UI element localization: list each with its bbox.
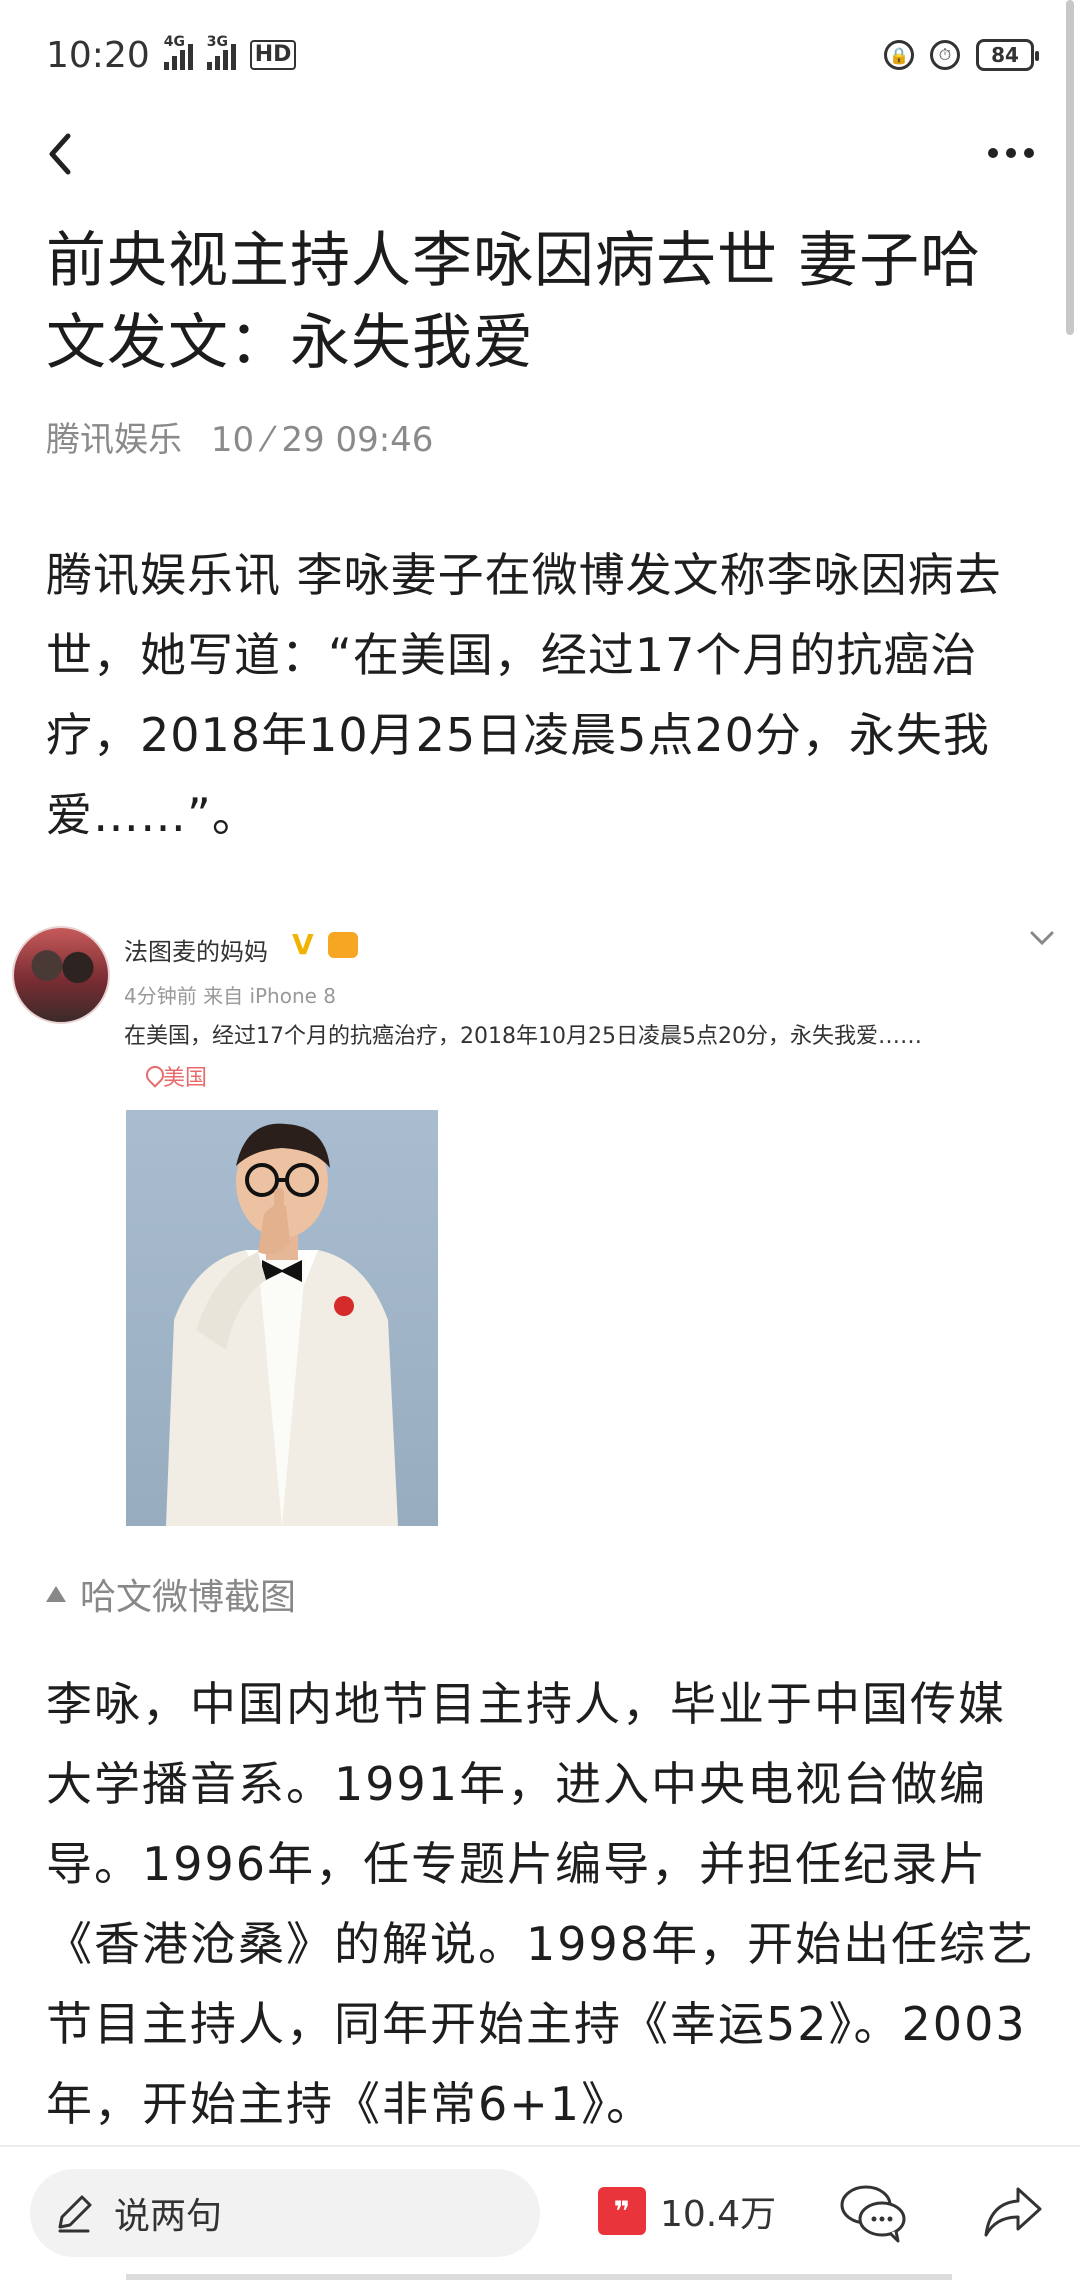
status-right: 🔒 ⏱ 84: [884, 39, 1039, 71]
article-meta: 腾讯娱乐 10 ⁄ 29 09:46: [46, 412, 433, 461]
bottom-action-bar: 说两句 ❞ 10.4万: [0, 2145, 1080, 2280]
signal-3g-icon: 3G: [206, 34, 236, 70]
weibo-time-source: 4分钟前 来自 iPhone 8: [124, 984, 337, 1008]
image-caption-text: 哈文微博截图: [80, 1577, 297, 1618]
article-title: 前央视主持人李咏因病去世 妻子哈文发文：永失我爱: [46, 226, 982, 378]
member-badge-icon: [328, 932, 358, 958]
weibo-location: 美国: [162, 1066, 207, 1091]
more-dot-icon: [1024, 148, 1034, 158]
status-left: 10:20 4G 3G HD: [46, 34, 297, 76]
share-arrow-icon: [984, 2187, 1042, 2237]
more-dot-icon: [1006, 148, 1016, 158]
verified-v-icon: V: [292, 928, 314, 961]
like-count: 10.4万: [660, 2194, 777, 2235]
comment-input[interactable]: 说两句: [30, 2169, 540, 2257]
article-paragraph: 腾讯娱乐讯 李咏妻子在微博发文称李咏因病去世，她写道：“在美国，经过17个月的抗…: [46, 548, 1002, 842]
status-bar: 10:20 4G 3G HD 🔒 ⏱ 84: [0, 0, 1080, 110]
more-options-button[interactable]: [976, 128, 1046, 178]
weibo-avatar: [12, 926, 110, 1024]
comments-button[interactable]: [836, 2177, 910, 2247]
back-button[interactable]: [34, 124, 94, 184]
pencil-icon: [58, 2195, 92, 2233]
weibo-post-text: 在美国，经过17个月的抗癌治疗，2018年10月25日凌晨5点20分，永失我爱……: [124, 1024, 922, 1049]
chevron-down-icon: [1030, 931, 1054, 946]
caption-triangle-icon: [46, 1586, 66, 1602]
alarm-icon: ⏱: [930, 40, 960, 70]
article-source[interactable]: 腾讯娱乐: [46, 420, 182, 460]
weibo-username: 法图麦的妈妈: [124, 938, 268, 966]
status-time: 10:20: [46, 34, 150, 76]
more-dot-icon: [988, 148, 998, 158]
weibo-screenshot-image[interactable]: 法图麦的妈妈 V 4分钟前 来自 iPhone 8 在美国，经过17个月的抗癌治…: [0, 900, 1080, 1540]
back-arrow-icon: [49, 133, 71, 175]
article-date: 10 ⁄ 29 09:46: [210, 420, 434, 460]
signal-4g-icon: 4G: [163, 34, 193, 70]
home-indicator: [126, 2274, 952, 2280]
likes-button[interactable]: ❞ 10.4万: [598, 2185, 776, 2237]
nav-bar: [0, 110, 1080, 196]
weibo-photo: [126, 1110, 438, 1526]
scrollbar[interactable]: [1066, 0, 1074, 335]
battery-icon: 84: [976, 39, 1039, 71]
lock-rotation-icon: 🔒: [884, 40, 914, 70]
hd-icon: HD: [249, 40, 297, 70]
comment-placeholder: 说两句: [114, 2196, 223, 2237]
chat-bubble-icon: [840, 2185, 906, 2243]
share-button[interactable]: [978, 2177, 1046, 2247]
quote-like-icon: ❞: [598, 2187, 646, 2235]
image-caption: 哈文微博截图: [46, 1568, 296, 1620]
man-portrait-illustration: [166, 1123, 398, 1526]
article-paragraph: 李咏，中国内地节目主持人，毕业于中国传媒大学播音系。1991年，进入中央电视台做…: [46, 1677, 1036, 2131]
